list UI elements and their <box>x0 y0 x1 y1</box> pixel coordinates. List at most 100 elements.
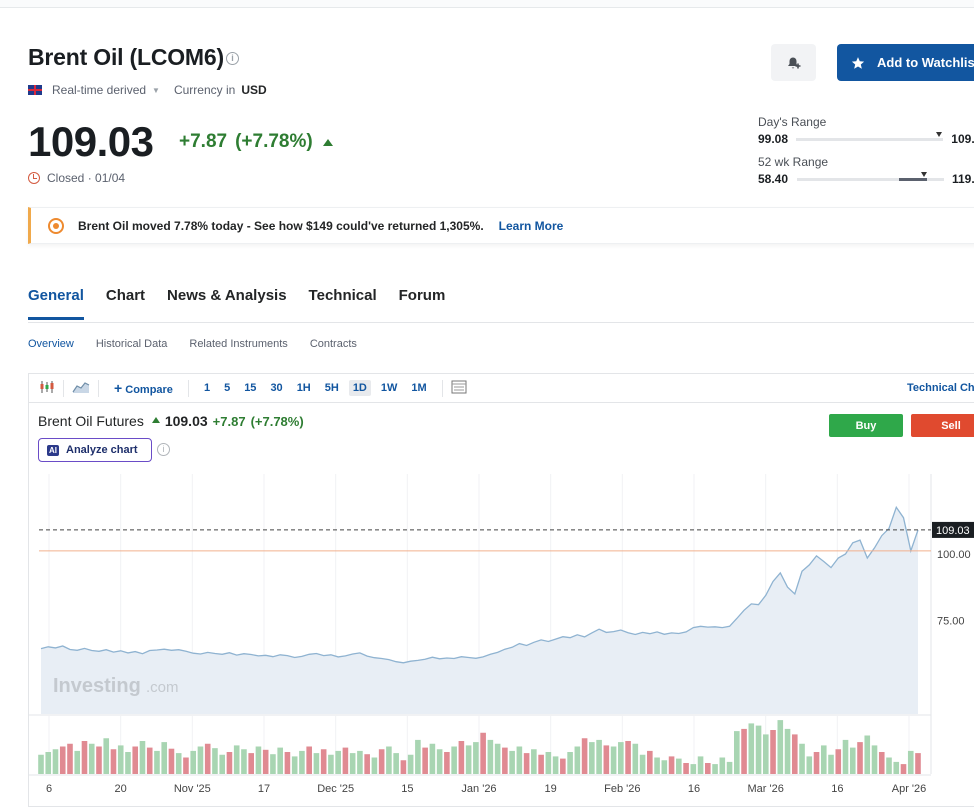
instrument-meta: Real-time derived ▼ Currency in USD <box>28 83 267 97</box>
days-range-marker <box>935 131 942 137</box>
volume-bar <box>734 731 740 774</box>
volume-bar <box>458 741 465 774</box>
chart-change-percent: (+7.78%) <box>250 413 304 429</box>
info-icon[interactable]: i <box>226 52 239 65</box>
tab-technical[interactable]: Technical <box>309 287 377 320</box>
volume-bar <box>103 738 110 774</box>
volume-bar <box>523 753 530 774</box>
subtab-historical-data[interactable]: Historical Data <box>96 338 168 350</box>
subtab-contracts[interactable]: Contracts <box>310 338 357 350</box>
info-icon[interactable]: i <box>157 443 170 456</box>
volume-bar <box>900 764 907 774</box>
interval-1h[interactable]: 1H <box>293 380 315 396</box>
volume-bar <box>581 738 588 774</box>
chart-change: +7.87 <box>212 413 246 429</box>
learn-more-link[interactable]: Learn More <box>499 219 564 233</box>
volume-bar <box>335 750 341 774</box>
volume-bar <box>842 739 849 774</box>
volume-bar <box>835 749 842 774</box>
volume-bar <box>183 757 189 774</box>
volume-bar <box>52 749 59 774</box>
area-chart-icon[interactable] <box>72 380 90 397</box>
volume-bar <box>603 745 610 774</box>
volume-bar <box>313 753 320 774</box>
tab-general[interactable]: General <box>28 287 84 320</box>
volume-bar <box>676 758 682 774</box>
add-to-watchlist-button[interactable]: Add to Watchlist <box>837 44 974 81</box>
feed-selector[interactable]: Real-time derived <box>52 83 146 97</box>
volume-bar <box>306 746 312 774</box>
volume-bar <box>125 752 131 774</box>
volume-bar <box>915 753 921 774</box>
analyze-label: Analyze chart <box>66 444 138 456</box>
volume-bar <box>357 750 363 774</box>
volume-bar <box>820 745 827 774</box>
volume-bar <box>96 746 102 774</box>
volume-bar <box>668 756 675 774</box>
subtab-related-instruments[interactable]: Related Instruments <box>189 338 287 350</box>
volume-bar <box>465 745 472 774</box>
buy-button[interactable]: Buy <box>829 414 903 437</box>
volume-bar <box>784 728 791 774</box>
volume-bar <box>552 756 559 774</box>
y-tick-label: 100.00 <box>937 549 971 561</box>
volume-bar <box>444 752 450 774</box>
volume-bar <box>777 720 784 774</box>
tab-news-analysis[interactable]: News & Analysis <box>167 287 287 320</box>
calendar-icon[interactable] <box>451 380 467 397</box>
chevron-down-icon[interactable]: ▼ <box>152 86 160 95</box>
interval-30[interactable]: 30 <box>266 380 286 396</box>
page-title: Brent Oil (LCOM6) <box>28 44 224 70</box>
volume-bar <box>748 723 755 774</box>
volume-bar <box>451 746 457 774</box>
main-tabs: General Chart News & Analysis Technical … <box>28 287 445 320</box>
volume-bar <box>755 725 762 774</box>
volume-bar <box>487 739 494 774</box>
volume-bar <box>828 754 834 774</box>
volume-bar <box>407 754 414 774</box>
investing-watermark-suffix: .com <box>146 679 179 696</box>
interval-15[interactable]: 15 <box>240 380 260 396</box>
volume-bar <box>849 747 856 774</box>
volume-bar <box>560 758 566 774</box>
interval-1w[interactable]: 1W <box>377 380 402 396</box>
analyze-chart-button[interactable]: AI Analyze chart <box>38 438 152 462</box>
tab-forum[interactable]: Forum <box>399 287 446 320</box>
compare-label: Compare <box>125 384 173 396</box>
candlestick-icon[interactable] <box>39 380 55 397</box>
volume-bar <box>154 750 160 774</box>
x-tick-label: Feb '26 <box>604 783 640 795</box>
volume-bar <box>386 746 392 774</box>
create-alert-button[interactable] <box>771 44 816 81</box>
x-tick-label: Nov '25 <box>174 783 211 795</box>
sell-button[interactable]: Sell <box>911 414 974 437</box>
arrow-up-icon <box>151 417 160 423</box>
volume-bar <box>683 763 689 774</box>
volume-bar <box>502 747 508 774</box>
interval-5h[interactable]: 5H <box>321 380 343 396</box>
price-chart[interactable]: Investing .com 100.00 75.00 109.03 6 20 Nov '25… <box>29 374 974 807</box>
days-range-label: Day's Range <box>758 115 827 129</box>
volume-bar <box>197 746 204 774</box>
tab-chart[interactable]: Chart <box>106 287 145 320</box>
volume-bar <box>132 746 139 774</box>
compare-button[interactable]: + Compare <box>110 378 177 398</box>
volume-bar <box>262 749 269 774</box>
interval-1[interactable]: 1 <box>200 380 214 396</box>
days-range-low: 99.08 <box>758 132 789 146</box>
subtab-overview[interactable]: Overview <box>28 338 74 350</box>
volume-bar <box>654 757 660 774</box>
volume-bar <box>74 750 81 774</box>
volume-bar <box>596 739 602 774</box>
volume-bar <box>726 761 733 774</box>
volume-bar <box>212 748 218 774</box>
volume-bar <box>117 745 124 774</box>
volume-bar <box>400 760 407 774</box>
volume-bar <box>589 742 595 774</box>
volume-bar <box>284 752 291 774</box>
technical-chart-link[interactable]: Technical Chart <box>907 382 974 394</box>
interval-1d[interactable]: 1D <box>348 380 371 396</box>
interval-1m[interactable]: 1M <box>407 380 430 396</box>
interval-5[interactable]: 5 <box>220 380 234 396</box>
volume-bar <box>364 754 370 774</box>
